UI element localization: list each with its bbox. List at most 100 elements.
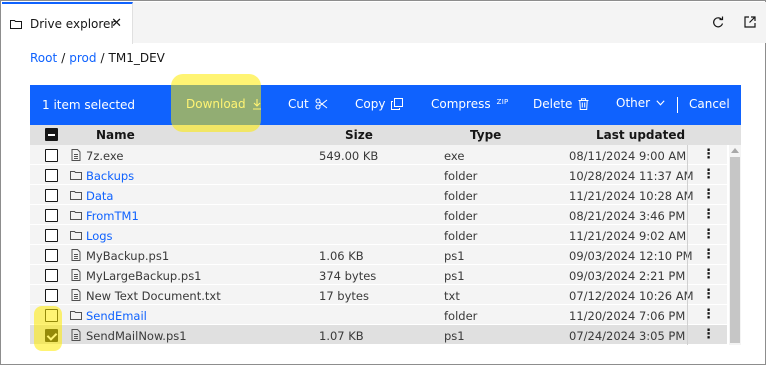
file-name: MyLargeBackup.ps1 (86, 269, 202, 283)
overflow-divider (687, 165, 688, 185)
file-name[interactable]: Logs (86, 229, 113, 243)
file-last-updated: 09/03/2024 12:10 PM (569, 249, 693, 263)
delete-button[interactable]: Delete (533, 97, 589, 111)
file-type: txt (444, 289, 460, 303)
scroll-up-arrow-icon[interactable] (731, 148, 739, 153)
row-checkbox[interactable] (45, 269, 58, 282)
file-size: 1.06 KB (319, 249, 364, 263)
overflow-menu-icon[interactable]: ⋮ (702, 267, 715, 282)
column-header-size[interactable]: Size (345, 128, 373, 142)
cut-button[interactable]: Cut (288, 97, 328, 111)
file-type: folder (444, 169, 478, 183)
overflow-divider (687, 245, 688, 265)
breadcrumb-current: TM1_DEV (108, 51, 165, 65)
file-name[interactable]: Backups (86, 169, 134, 183)
file-size: 1.07 KB (319, 329, 364, 343)
cancel-button[interactable]: Cancel (689, 97, 730, 111)
file-last-updated: 11/21/2024 10:28 AM (569, 189, 694, 203)
table-row[interactable]: Logs folder 11/21/2024 9:02 AM ⋮ (30, 225, 727, 245)
close-tab-icon[interactable]: ✕ (111, 16, 122, 31)
overflow-menu-icon[interactable]: ⋮ (702, 327, 715, 342)
action-divider (677, 97, 678, 113)
table-row[interactable]: SendMailNow.ps1 1.07 KB ps1 07/24/2024 3:05… (30, 325, 727, 345)
download-button[interactable]: Download (186, 97, 262, 111)
folder-icon (70, 191, 82, 200)
file-name: New Text Document.txt (86, 289, 221, 303)
row-checkbox[interactable] (45, 189, 58, 202)
table-row[interactable]: New Text Document.txt 17 bytes txt 07/12/20… (30, 285, 727, 305)
copy-icon (391, 98, 404, 110)
table-row[interactable]: 7z.exe 549.00 KB exe 08/11/2024 9:00 AM ⋮ (30, 145, 727, 165)
table-row[interactable]: FromTM1 folder 08/21/2024 3:46 PM ⋮ (30, 205, 727, 225)
file-name: 7z.exe (86, 149, 124, 163)
overflow-divider (687, 145, 688, 165)
row-checkbox[interactable] (45, 149, 58, 162)
table-header: Name Size Type Last updated (30, 125, 741, 145)
file-name[interactable]: Data (86, 189, 113, 203)
table-row[interactable]: SendEmail folder 11/20/2024 7:06 PM ⋮ (30, 305, 727, 325)
title-bar: Drive explorer ✕ (2, 2, 766, 44)
overflow-menu-icon[interactable]: ⋮ (702, 187, 715, 202)
overflow-divider (687, 285, 688, 305)
copy-button[interactable]: Copy (355, 97, 404, 111)
breadcrumb-prod[interactable]: prod (69, 51, 96, 65)
file-size: 374 bytes (319, 269, 377, 283)
row-checkbox[interactable] (45, 249, 58, 262)
overflow-menu-icon[interactable]: ⋮ (702, 287, 715, 302)
breadcrumb-separator: / (100, 51, 105, 65)
tab-drive-explorer[interactable]: Drive explorer ✕ (2, 2, 133, 44)
app-window: Drive explorer ✕ Root / prod / TM1_DEV 1… (0, 0, 766, 365)
file-type: ps1 (444, 269, 465, 283)
row-checkbox[interactable] (45, 209, 58, 222)
overflow-menu-icon[interactable]: ⋮ (702, 167, 715, 182)
cut-label: Cut (288, 97, 309, 111)
breadcrumb-root[interactable]: Root (30, 51, 57, 65)
file-last-updated: 08/21/2024 3:46 PM (569, 209, 686, 223)
vertical-scrollbar[interactable] (729, 145, 741, 345)
other-label: Other (616, 96, 651, 110)
document-icon (71, 149, 81, 161)
scissors-icon (315, 98, 328, 110)
download-label: Download (186, 97, 246, 111)
overflow-menu-icon[interactable]: ⋮ (702, 207, 715, 222)
row-checkbox[interactable] (45, 309, 58, 322)
table-row[interactable]: MyLargeBackup.ps1 374 bytes ps1 09/03/2024 … (30, 265, 727, 285)
file-name[interactable]: SendEmail (86, 309, 147, 323)
compress-button[interactable]: Compress ZIP (431, 97, 509, 111)
column-header-name[interactable]: Name (96, 128, 135, 142)
refresh-icon[interactable] (711, 15, 725, 29)
table-row[interactable]: Data folder 11/21/2024 10:28 AM ⋮ (30, 185, 727, 205)
row-checkbox[interactable] (45, 169, 58, 182)
file-last-updated: 08/11/2024 9:00 AM (569, 149, 687, 163)
row-checkbox[interactable] (45, 229, 58, 242)
row-checkbox[interactable] (45, 329, 58, 342)
file-type: folder (444, 229, 478, 243)
document-icon (71, 269, 81, 281)
batch-action-bar: 1 item selected Download Cut Copy Compre… (30, 85, 741, 125)
other-menu-button[interactable]: Other (616, 96, 665, 110)
column-header-last-updated[interactable]: Last updated (596, 128, 685, 142)
trash-icon (578, 98, 589, 110)
scrollbar-thumb[interactable] (730, 157, 740, 343)
overflow-divider (687, 225, 688, 245)
row-checkbox[interactable] (45, 289, 58, 302)
breadcrumb: Root / prod / TM1_DEV (30, 51, 165, 65)
table-row[interactable]: MyBackup.ps1 1.06 KB ps1 09/03/2024 12:10 P… (30, 245, 727, 265)
launch-icon[interactable] (743, 15, 757, 29)
file-type: folder (444, 189, 478, 203)
overflow-menu-icon[interactable]: ⋮ (702, 307, 715, 322)
folder-icon (70, 231, 82, 240)
overflow-menu-icon[interactable]: ⋮ (702, 247, 715, 262)
overflow-menu-icon[interactable]: ⋮ (702, 147, 715, 162)
delete-label: Delete (533, 97, 573, 111)
file-name: SendMailNow.ps1 (86, 329, 187, 343)
overflow-menu-icon[interactable]: ⋮ (702, 227, 715, 242)
select-all-checkbox[interactable] (45, 128, 58, 141)
breadcrumb-separator: / (61, 51, 66, 65)
table-row[interactable]: Backups folder 10/28/2024 11:37 AM ⋮ (30, 165, 727, 185)
file-name[interactable]: FromTM1 (86, 209, 139, 223)
overflow-divider (687, 265, 688, 285)
file-type: folder (444, 309, 478, 323)
file-last-updated: 11/20/2024 7:06 PM (569, 309, 686, 323)
column-header-type[interactable]: Type (470, 128, 501, 142)
